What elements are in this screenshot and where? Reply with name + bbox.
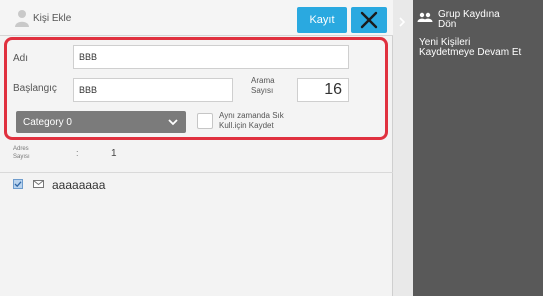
page-title: Kişi Ekle [33, 13, 72, 24]
continue-adding-label: Yeni Kişileri Kaydetmeye Devam Et [419, 37, 522, 58]
person-icon [15, 10, 29, 27]
back-to-group-button[interactable]: Grup Kaydına Dön [413, 6, 543, 32]
check-icon [13, 179, 23, 189]
list-item-name: aaaaaaaa [52, 178, 106, 192]
mail-icon [33, 180, 44, 188]
initial-field[interactable]: BBB [73, 78, 233, 102]
group-icon [417, 12, 433, 22]
contact-panel: Kişi Ekle Kayıt Adı BBB Başlangıç BBB Ar… [0, 0, 393, 296]
chevron-right-icon [399, 17, 406, 27]
close-icon [360, 11, 378, 29]
search-count-label: Arama Sayısı [251, 76, 275, 95]
frequent-use-label: Aynı zamanda Sık Kull.için Kaydet [219, 111, 284, 130]
back-to-group-label: Grup Kaydına Dön [438, 9, 500, 30]
action-sidebar: Grup Kaydına Dön Yeni Kişileri Kaydetmeye … [413, 0, 543, 296]
list-item[interactable]: aaaaaaaa [0, 173, 393, 197]
category-select[interactable]: Category 0 [16, 111, 186, 133]
address-count-row: Adres Sayısı : 1 [0, 140, 393, 173]
initial-label: Başlangıç [13, 83, 57, 94]
address-count-value: 1 [111, 148, 117, 159]
frequent-use-checkbox[interactable] [197, 113, 213, 129]
save-button[interactable]: Kayıt [297, 7, 347, 33]
address-count-separator: : [76, 148, 79, 158]
close-button[interactable] [351, 7, 387, 33]
name-field[interactable]: BBB [73, 45, 349, 69]
name-label: Adı [13, 53, 29, 64]
address-count-label: Adres Sayısı [13, 146, 30, 160]
chevron-down-icon [168, 119, 178, 126]
contact-form: Adı BBB Başlangıç BBB Arama Sayısı 16 Cat… [4, 37, 388, 140]
sidebar-toggle[interactable] [393, 0, 413, 296]
category-select-value: Category 0 [23, 116, 72, 128]
top-bar: Kişi Ekle Kayıt [0, 0, 393, 36]
continue-adding-button[interactable]: Yeni Kişileri Kaydetmeye Devam Et [413, 36, 543, 64]
search-count-field[interactable]: 16 [297, 78, 349, 102]
